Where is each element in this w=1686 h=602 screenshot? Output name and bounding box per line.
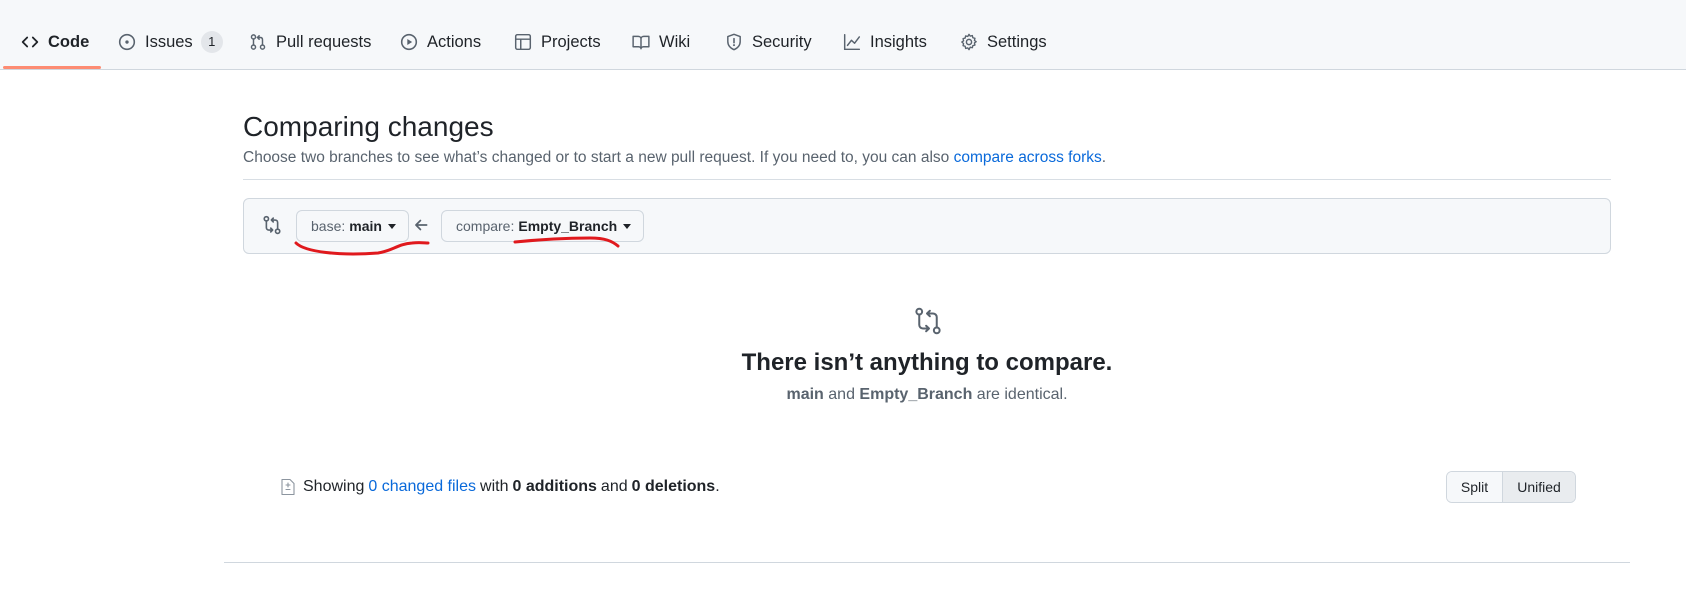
- tab-projects[interactable]: Projects: [513, 22, 601, 62]
- compare-across-forks-link[interactable]: compare across forks: [954, 149, 1102, 166]
- play-icon: [399, 32, 419, 52]
- git-compare-icon: [263, 215, 281, 235]
- tab-label: Wiki: [659, 32, 691, 51]
- tab-settings[interactable]: Settings: [959, 22, 1047, 62]
- tab-insights[interactable]: Insights: [842, 22, 927, 62]
- tab-wiki[interactable]: Wiki: [631, 22, 690, 62]
- identical-text: are identical.: [976, 386, 1068, 403]
- compare-branch-select[interactable]: compare: Empty_Branch: [441, 210, 645, 242]
- subtitle-text: Choose two branches to see what’s change…: [243, 149, 950, 166]
- base-label: base:: [311, 218, 346, 234]
- divider: [243, 179, 1611, 180]
- tab-label: Issues: [145, 32, 193, 51]
- unified-view-button[interactable]: Unified: [1503, 472, 1575, 502]
- page-title: Comparing changes: [243, 111, 494, 142]
- with-text: with: [480, 478, 509, 495]
- active-tab-indicator: [3, 66, 101, 69]
- repo-nav: Code Issues 1 Pull requests Actions Proj…: [0, 0, 1686, 70]
- compare-branch-name: Empty_Branch: [518, 218, 618, 234]
- and-text: and: [600, 478, 628, 495]
- page-subtitle: Choose two branches to see what’s change…: [243, 149, 1106, 167]
- conjunction: and: [828, 386, 855, 403]
- book-icon: [631, 32, 651, 52]
- compare-branch-ref: Empty_Branch: [859, 386, 973, 403]
- tab-label: Pull requests: [276, 32, 372, 51]
- shield-icon: [724, 32, 744, 52]
- split-view-button[interactable]: Split: [1447, 472, 1503, 502]
- git-compare-icon: [915, 307, 941, 335]
- period: .: [715, 478, 720, 495]
- red-underline-annotation: [294, 236, 620, 256]
- blankslate-description: main and Empty_Branch are identical.: [0, 386, 1686, 404]
- tab-actions[interactable]: Actions: [399, 22, 481, 62]
- issues-count-badge: 1: [200, 31, 223, 53]
- deletions-count: 0 deletions: [631, 478, 716, 495]
- code-icon: [20, 32, 40, 52]
- blankslate-heading: There isn’t anything to compare.: [741, 349, 1113, 376]
- diff-summary: Showing 0 changed files with 0 additions…: [280, 475, 720, 499]
- tab-label: Settings: [987, 32, 1047, 51]
- changed-files-link[interactable]: 0 changed files: [368, 478, 476, 496]
- divider: [224, 562, 1630, 563]
- subtitle-end: .: [1101, 149, 1107, 166]
- tab-label: Insights: [870, 32, 927, 51]
- table-icon: [513, 32, 533, 52]
- base-branch-name: main: [349, 218, 382, 234]
- tab-label: Projects: [541, 32, 601, 51]
- additions-count: 0 additions: [512, 478, 597, 495]
- compare-label: compare:: [456, 218, 515, 234]
- tab-pull-requests[interactable]: Pull requests: [248, 22, 371, 62]
- caret-down-icon: [623, 223, 632, 229]
- arrow-left-icon: [415, 219, 428, 231]
- base-branch-select[interactable]: base: main: [296, 210, 409, 242]
- tab-label: Actions: [427, 32, 482, 51]
- tab-security[interactable]: Security: [724, 22, 812, 62]
- file-diff-icon: [281, 478, 295, 496]
- tab-label: Code: [48, 32, 90, 51]
- tab-label: Security: [752, 32, 812, 51]
- range-editor: base: main compare: Empty_Branch: [243, 198, 1611, 254]
- tab-issues[interactable]: Issues 1: [117, 22, 223, 62]
- diff-view-toggle: Split Unified: [1446, 471, 1576, 503]
- pull-request-icon: [248, 32, 268, 52]
- gear-icon: [959, 32, 979, 52]
- graph-icon: [842, 32, 862, 52]
- caret-down-icon: [387, 223, 396, 229]
- tab-code[interactable]: Code: [20, 22, 89, 62]
- base-branch-ref: main: [786, 386, 824, 403]
- issue-icon: [117, 32, 137, 52]
- showing-text: Showing: [303, 478, 365, 495]
